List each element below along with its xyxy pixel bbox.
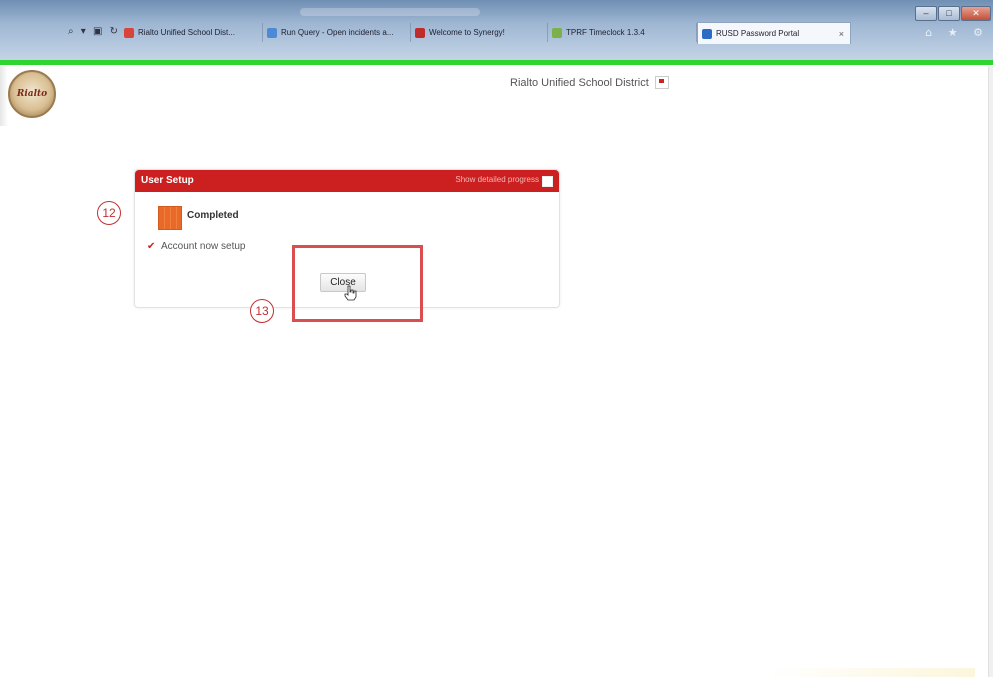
flag-icon[interactable] (654, 76, 669, 89)
toolbar-icons[interactable]: ⌂ ★ ⚙ (925, 26, 989, 39)
tab-favicon-icon (702, 28, 712, 39)
tab-label: Welcome to Synergy! (429, 28, 505, 37)
dialog-header: User Setup Show detailed progress (135, 170, 559, 192)
checkmark-icon: ✔ (147, 241, 156, 252)
address-bar-icons[interactable]: ⌕ ▾ ▣ ↻ (68, 26, 120, 37)
browser-chrome: – □ ✕ ⌕ ▾ ▣ ↻ Rialto Unified School Dist… (0, 0, 993, 60)
status-text: Completed (187, 210, 239, 221)
district-name: Rialto Unified School District (510, 76, 649, 89)
tab-favicon-icon (415, 27, 425, 38)
window-close-button[interactable]: ✕ (961, 6, 991, 21)
tab-synergy[interactable]: Welcome to Synergy! (411, 23, 548, 42)
tab-run-query[interactable]: Run Query - Open incidents a... (263, 23, 411, 42)
tab-label: Run Query - Open incidents a... (281, 28, 394, 37)
logo-text: Rialto (16, 89, 48, 99)
tab-label: Rialto Unified School Dist... (138, 28, 235, 37)
tab-label: RUSD Password Portal (716, 29, 800, 38)
show-detailed-progress-checkbox[interactable] (542, 176, 553, 187)
tab-favicon-icon (124, 27, 134, 38)
tab-password-portal[interactable]: RUSD Password Portal × (697, 22, 851, 44)
show-detailed-progress-link[interactable]: Show detailed progress (455, 175, 539, 184)
result-text: Account now setup (161, 241, 246, 252)
title-bar (300, 8, 480, 16)
dialog-title: User Setup (141, 175, 194, 186)
highlight-box (292, 245, 423, 322)
tab-timeclock[interactable]: TPRF Timeclock 1.3.4 (548, 23, 697, 42)
tab-close-icon[interactable]: × (839, 29, 844, 39)
minimize-button[interactable]: – (915, 6, 937, 21)
step-12-callout: 12 (97, 201, 121, 225)
scrollbar[interactable] (988, 66, 993, 677)
tab-strip: ⌕ ▾ ▣ ↻ Rialto Unified School Dist... Ru… (0, 22, 993, 44)
tab-label: TPRF Timeclock 1.3.4 (566, 28, 645, 37)
page-edge (0, 66, 8, 126)
maximize-button[interactable]: □ (938, 6, 960, 21)
window-controls: – □ ✕ (915, 6, 991, 21)
district-logo: Rialto (8, 70, 56, 118)
tab-favicon-icon (267, 27, 277, 38)
accent-bar (0, 60, 993, 65)
step-13-callout: 13 (250, 299, 274, 323)
district-header: Rialto Unified School District (510, 76, 669, 89)
tab-rialto-district[interactable]: Rialto Unified School Dist... (120, 23, 263, 42)
status-icon (158, 206, 182, 230)
tab-favicon-icon (552, 27, 562, 38)
status-bar (765, 668, 975, 677)
